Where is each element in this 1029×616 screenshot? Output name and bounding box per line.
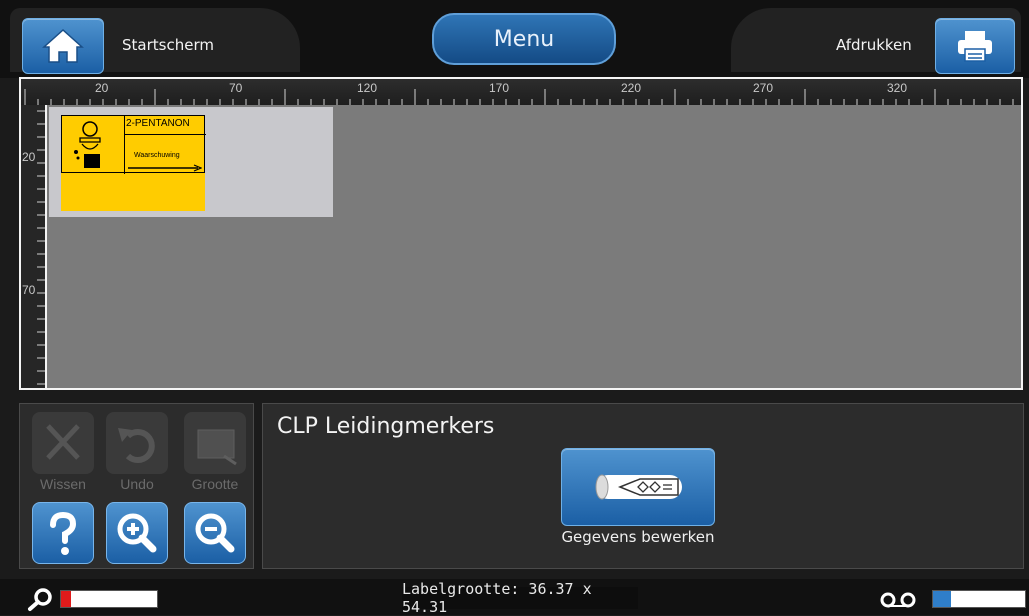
horizontal-ruler: 20 70 120 170 220 270 320 — [21, 79, 1021, 105]
print-label[interactable]: Afdrukken — [836, 36, 912, 54]
edit-data-label[interactable]: Gegevens bewerken — [533, 528, 743, 546]
label-type-panel: CLP Leidingmerkers Gegevens bewerken — [262, 403, 1024, 569]
resize-icon — [197, 429, 237, 466]
panel-title: CLP Leidingmerkers — [277, 414, 495, 439]
vruler-label-20: 20 — [22, 150, 36, 164]
vruler-ticks — [37, 110, 45, 385]
ribbon-meter — [60, 590, 158, 608]
tape-icon — [880, 592, 916, 608]
ruler-label-120: 120 — [357, 81, 378, 95]
label-work-area[interactable]: 2-PENTANON Waarschuwing — [47, 105, 1021, 388]
home-icon — [42, 28, 84, 63]
ruler-label-220: 220 — [621, 81, 642, 95]
label-media: 2-PENTANON Waarschuwing — [49, 107, 333, 217]
label-size-status: Labelgrootte: 36.37 x 54.31 — [402, 580, 638, 616]
label-preview[interactable]: 2-PENTANON Waarschuwing — [61, 115, 206, 211]
ruler-label-320: 320 — [887, 81, 908, 95]
tools-panel: Wissen Undo Grootte — [19, 403, 254, 569]
label-subtitle: Waarschuwing — [134, 152, 180, 159]
ruler-label-170: 170 — [489, 81, 510, 95]
ribbon-meter-fill — [61, 591, 71, 607]
ruler-label-20: 20 — [95, 81, 109, 95]
ruler-label-270: 270 — [753, 81, 774, 95]
help-icon — [50, 511, 77, 555]
hazard-pictogram-icon — [74, 121, 101, 168]
ruler-ticks — [24, 89, 1014, 105]
edit-data-button[interactable] — [561, 448, 715, 526]
vruler-label-70: 70 — [22, 283, 36, 297]
delete-label: Wissen — [40, 476, 86, 492]
status-bar: Labelgrootte: 36.37 x 54.31 — [0, 579, 1029, 616]
print-button[interactable] — [935, 18, 1015, 74]
editor-canvas: 20 70 120 170 220 270 320 20 70 2-PENTAN… — [19, 77, 1023, 390]
label-hline — [124, 134, 206, 135]
tape-meter-fill — [933, 591, 952, 607]
tape-meter — [932, 590, 1026, 608]
home-button[interactable] — [22, 18, 104, 74]
zoom-out-button[interactable] — [184, 502, 246, 564]
ruler-label-70: 70 — [229, 81, 243, 95]
label-title: 2-PENTANON — [126, 118, 190, 129]
label-frame: 2-PENTANON Waarschuwing — [61, 115, 206, 174]
home-label[interactable]: Startscherm — [122, 36, 214, 54]
vertical-ruler: 20 70 — [21, 105, 45, 388]
resize-label: Grootte — [191, 476, 239, 492]
top-bar: Startscherm Menu Afdrukken — [0, 0, 1029, 78]
search-icon — [28, 588, 52, 611]
pipe-marker-icon — [595, 474, 682, 500]
help-button[interactable] — [32, 502, 94, 564]
undo-label: Undo — [120, 476, 154, 492]
undo-icon — [118, 428, 155, 463]
resize-button[interactable] — [184, 412, 246, 474]
flow-arrow-icon — [128, 164, 202, 172]
zoom-out-icon — [195, 513, 235, 553]
undo-button[interactable] — [106, 412, 168, 474]
zoom-in-icon — [117, 513, 157, 553]
menu-button[interactable]: Menu — [432, 13, 616, 65]
close-icon — [46, 424, 80, 460]
printer-icon — [958, 31, 992, 62]
zoom-in-button[interactable] — [106, 502, 168, 564]
label-divider — [124, 116, 125, 174]
delete-button[interactable] — [32, 412, 94, 474]
